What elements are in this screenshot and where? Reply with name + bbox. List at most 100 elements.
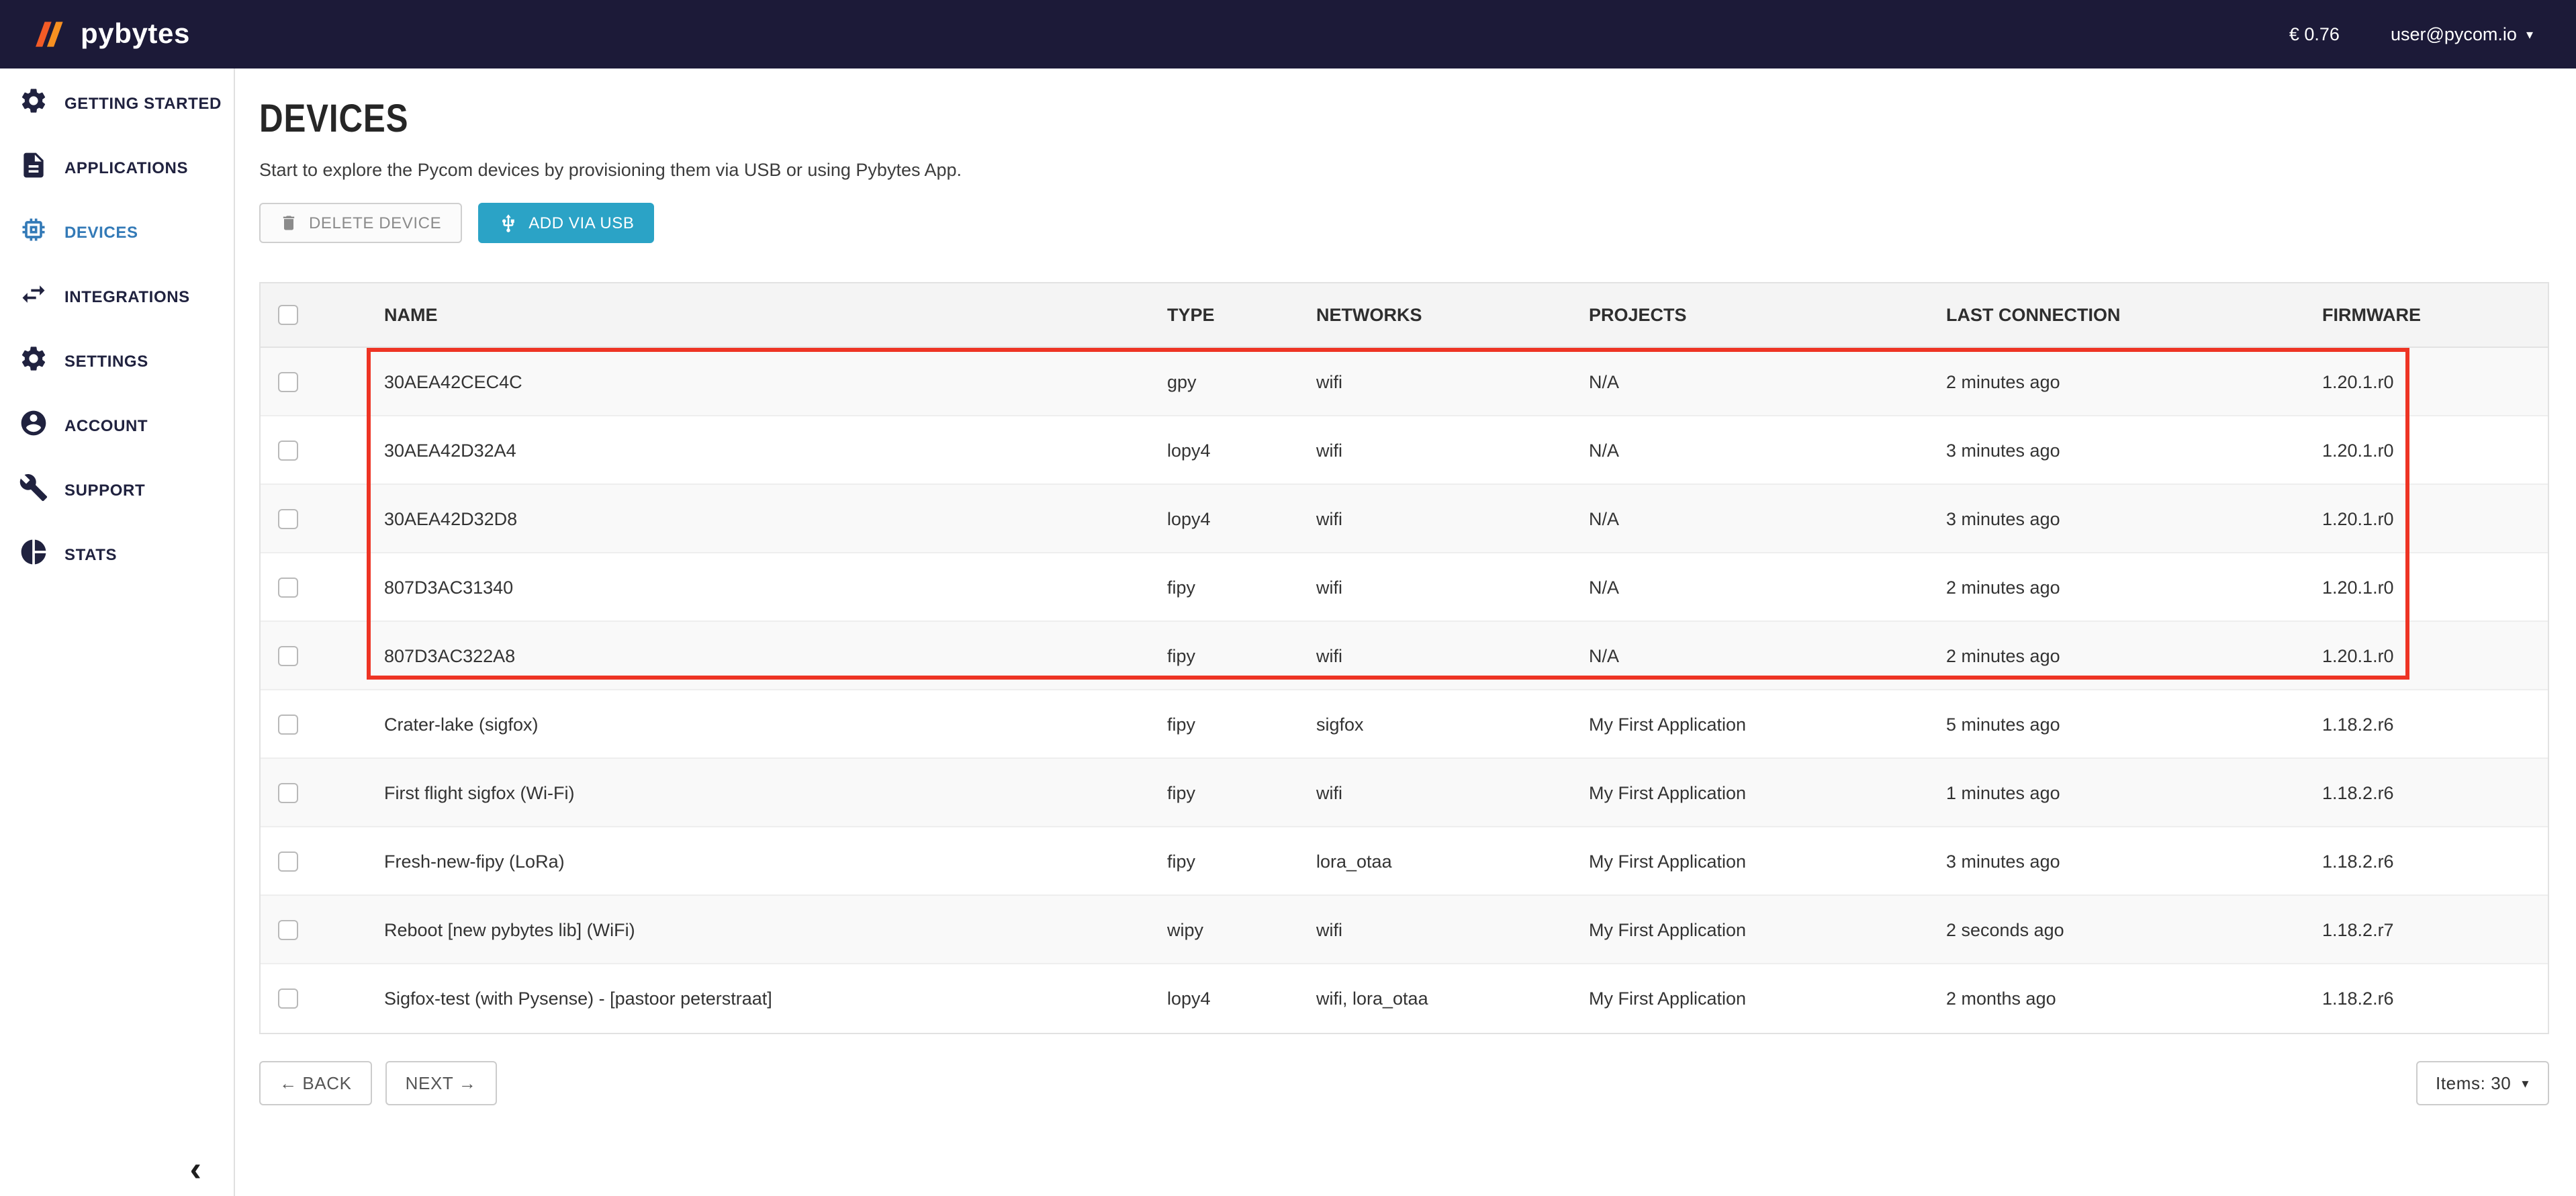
sidebar-item-account[interactable]: ACCOUNT (0, 394, 234, 458)
pybytes-logo[interactable]: pybytes (32, 18, 190, 50)
chevron-down-icon: ▾ (2526, 28, 2533, 43)
device-firmware: 1.18.2.r6 (2322, 852, 2548, 872)
device-projects: N/A (1589, 372, 1946, 392)
items-per-page-label: Items: 30 (2436, 1074, 2511, 1094)
row-checkbox[interactable] (278, 920, 298, 940)
back-button[interactable]: ← BACK (259, 1062, 372, 1106)
delete-device-button[interactable]: DELETE DEVICE (259, 203, 461, 244)
device-firmware: 1.20.1.r0 (2322, 578, 2548, 598)
next-button[interactable]: NEXT → (385, 1062, 497, 1106)
device-type: lopy4 (1167, 989, 1316, 1009)
row-checkbox[interactable] (278, 372, 298, 392)
row-checkbox[interactable] (278, 441, 298, 461)
brand-name: pybytes (81, 18, 190, 50)
sidebar-item-devices[interactable]: DEVICES (0, 200, 234, 265)
device-networks: wifi (1316, 920, 1589, 940)
device-name: 807D3AC31340 (384, 578, 1167, 598)
sidebar-item-support[interactable]: SUPPORT (0, 458, 234, 522)
device-firmware: 1.20.1.r0 (2322, 509, 2548, 529)
column-header-type: TYPE (1167, 306, 1316, 326)
device-projects: N/A (1589, 646, 1946, 666)
table-row[interactable]: 807D3AC31340 fipy wifi N/A 2 minutes ago… (261, 554, 2548, 623)
document-icon (19, 150, 48, 186)
row-checkbox-cell (261, 441, 384, 461)
column-header-last-connection: LAST CONNECTION (1946, 306, 2322, 326)
chip-icon (19, 214, 48, 250)
device-name: 30AEA42CEC4C (384, 372, 1167, 392)
device-type: lopy4 (1167, 509, 1316, 529)
person-icon (19, 408, 48, 444)
sidebar-item-label: GETTING STARTED (64, 94, 222, 113)
devices-table: NAME TYPE NETWORKS PROJECTS LAST CONNECT… (259, 283, 2549, 1035)
row-checkbox[interactable] (278, 989, 298, 1009)
row-checkbox-cell (261, 852, 384, 872)
collapse-sidebar-button[interactable]: ‹ (190, 1150, 201, 1185)
device-type: fipy (1167, 715, 1316, 735)
column-header-firmware: FIRMWARE (2322, 306, 2548, 326)
sidebar-item-label: DEVICES (64, 223, 138, 242)
device-type: fipy (1167, 578, 1316, 598)
table-row[interactable]: Fresh-new-fipy (LoRa) fipy lora_otaa My … (261, 828, 2548, 896)
page-title: DEVICES (259, 98, 408, 143)
device-networks: wifi (1316, 578, 1589, 598)
row-checkbox[interactable] (278, 578, 298, 598)
device-last-connection: 2 months ago (1946, 989, 2322, 1009)
device-name: Reboot [new pybytes lib] (WiFi) (384, 920, 1167, 940)
table-row[interactable]: 30AEA42CEC4C gpy wifi N/A 2 minutes ago … (261, 349, 2548, 417)
table-row[interactable]: 30AEA42D32A4 lopy4 wifi N/A 3 minutes ag… (261, 417, 2548, 486)
account-balance: € 0.76 (2289, 24, 2340, 44)
chevron-down-icon: ▾ (2522, 1078, 2529, 1093)
table-row[interactable]: First flight sigfox (Wi-Fi) fipy wifi My… (261, 760, 2548, 828)
sidebar-item-integrations[interactable]: INTEGRATIONS (0, 265, 234, 329)
device-projects: My First Application (1589, 989, 1946, 1009)
device-firmware: 1.18.2.r7 (2322, 920, 2548, 940)
table-row[interactable]: Reboot [new pybytes lib] (WiFi) wipy wif… (261, 896, 2548, 965)
delete-device-label: DELETE DEVICE (309, 214, 441, 233)
row-checkbox[interactable] (278, 509, 298, 529)
header-checkbox-cell (261, 306, 384, 326)
row-checkbox[interactable] (278, 852, 298, 872)
device-networks: lora_otaa (1316, 852, 1589, 872)
row-checkbox-cell (261, 578, 384, 598)
row-checkbox-cell (261, 920, 384, 940)
table-row[interactable]: Sigfox-test (with Pysense) - [pastoor pe… (261, 965, 2548, 1033)
row-checkbox[interactable] (278, 783, 298, 803)
add-via-usb-button[interactable]: ADD VIA USB (477, 203, 654, 244)
sidebar-item-label: SETTINGS (64, 352, 148, 371)
sidebar-item-label: ACCOUNT (64, 416, 148, 435)
gear-icon (19, 85, 48, 122)
device-name: 807D3AC322A8 (384, 646, 1167, 666)
device-type: fipy (1167, 646, 1316, 666)
row-checkbox[interactable] (278, 646, 298, 666)
table-row[interactable]: 807D3AC322A8 fipy wifi N/A 2 minutes ago… (261, 623, 2548, 691)
wrench-icon (19, 472, 48, 508)
device-projects: My First Application (1589, 715, 1946, 735)
sidebar-item-label: APPLICATIONS (64, 158, 188, 177)
device-firmware: 1.20.1.r0 (2322, 441, 2548, 461)
device-last-connection: 2 seconds ago (1946, 920, 2322, 940)
device-type: wipy (1167, 920, 1316, 940)
row-checkbox-cell (261, 372, 384, 392)
device-projects: My First Application (1589, 783, 1946, 803)
device-last-connection: 3 minutes ago (1946, 441, 2322, 461)
sidebar-item-stats[interactable]: STATS (0, 522, 234, 587)
row-checkbox-cell (261, 989, 384, 1009)
user-email: user@pycom.io (2391, 24, 2517, 44)
device-firmware: 1.18.2.r6 (2322, 989, 2548, 1009)
user-menu[interactable]: user@pycom.io ▾ (2391, 24, 2533, 44)
sidebar-item-settings[interactable]: SETTINGS (0, 329, 234, 394)
device-projects: N/A (1589, 441, 1946, 461)
table-row[interactable]: 30AEA42D32D8 lopy4 wifi N/A 3 minutes ag… (261, 486, 2548, 554)
add-via-usb-label: ADD VIA USB (528, 214, 634, 233)
pagination: ← BACK NEXT → Items: 30 ▾ (259, 1062, 2549, 1106)
select-all-checkbox[interactable] (278, 306, 298, 326)
device-projects: N/A (1589, 578, 1946, 598)
column-header-projects: PROJECTS (1589, 306, 1946, 326)
device-type: gpy (1167, 372, 1316, 392)
row-checkbox[interactable] (278, 715, 298, 735)
sidebar-item-applications[interactable]: APPLICATIONS (0, 136, 234, 200)
sidebar-item-getting-started[interactable]: GETTING STARTED (0, 71, 234, 136)
device-type: fipy (1167, 852, 1316, 872)
table-row[interactable]: Crater-lake (sigfox) fipy sigfox My Firs… (261, 691, 2548, 760)
items-per-page-dropdown[interactable]: Items: 30 ▾ (2416, 1062, 2549, 1106)
